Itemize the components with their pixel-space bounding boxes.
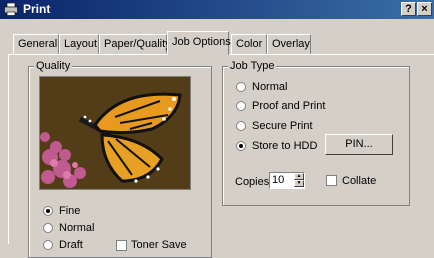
tab-paper-quality[interactable]: Paper/Quality [99,34,171,54]
copies-spinner[interactable]: 10 ▲ ▼ [269,172,305,189]
job-proof-print-radio[interactable] [236,101,246,111]
job-secure-print-label: Secure Print [252,120,313,132]
quality-normal-label: Normal [59,222,95,234]
job-proof-print-label: Proof and Print [252,100,326,112]
toner-save-label: Toner Save [131,239,187,251]
toner-save-checkbox[interactable] [116,240,127,251]
tab-overlay[interactable]: Overlay [267,34,311,54]
quality-fine-label: Fine [59,205,81,217]
quality-fine-radio[interactable] [43,206,53,216]
title-bar: Print ? × [0,0,434,19]
window-title: Print [23,2,51,16]
quality-normal-radio[interactable] [43,223,53,233]
printer-icon [4,3,18,16]
collate-checkbox[interactable] [326,175,337,186]
quality-legend: Quality [34,60,73,72]
collate-label: Collate [342,175,377,187]
tab-general[interactable]: General [13,34,59,54]
spin-down-icon[interactable]: ▼ [294,180,304,187]
quality-draft-radio[interactable] [43,240,53,250]
copies-value: 10 [272,174,285,186]
pin-button[interactable]: PIN... [325,134,393,155]
close-button[interactable]: × [417,2,432,16]
tab-layout[interactable]: Layout [59,34,99,54]
help-button[interactable]: ? [401,2,416,16]
job-type-legend: Job Type [228,60,277,72]
quality-preview-image [39,76,191,190]
job-secure-print-radio[interactable] [236,121,246,131]
job-store-hdd-label: Store to HDD [252,140,318,152]
copies-label: Copies [235,176,270,188]
job-normal-label: Normal [252,81,288,93]
tab-job-options[interactable]: Job Options [167,31,231,55]
spin-up-icon[interactable]: ▲ [294,173,304,180]
quality-draft-label: Draft [59,239,83,251]
job-store-hdd-radio[interactable] [236,141,246,151]
tab-color[interactable]: Color [231,34,267,54]
job-normal-radio[interactable] [236,82,246,92]
